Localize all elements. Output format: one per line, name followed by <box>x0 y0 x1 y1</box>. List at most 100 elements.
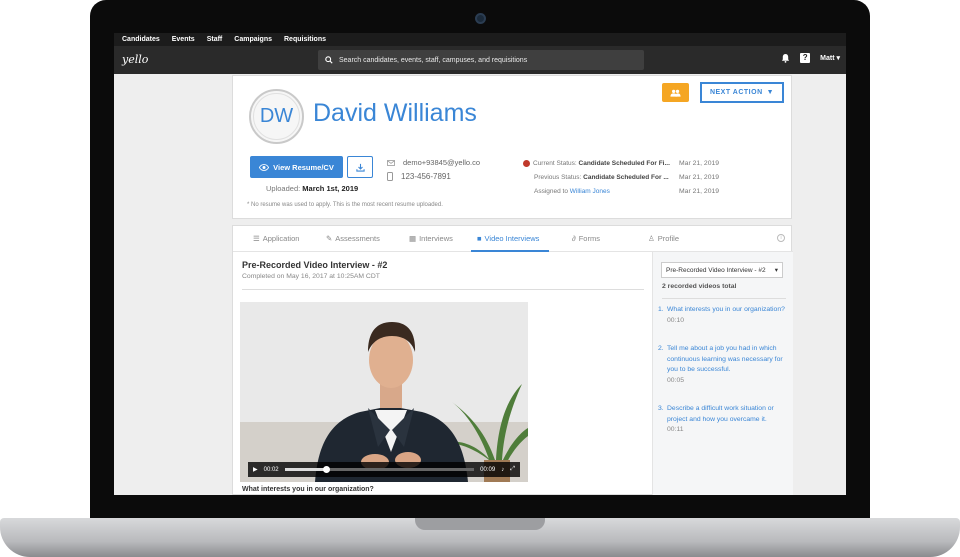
nav-events[interactable]: Events <box>172 36 195 43</box>
previous-status-date: Mar 21, 2019 <box>679 174 720 181</box>
current-status-row: Current Status: Candidate Scheduled For … <box>523 160 670 167</box>
seek-bar[interactable] <box>284 466 475 473</box>
tab-application[interactable]: ☰ Application <box>253 234 299 243</box>
person-icon: ♙ <box>648 234 655 243</box>
mobile-phone-icon <box>387 172 393 181</box>
avatar-initials: DW <box>259 105 294 127</box>
time-current: 00:02 <box>263 466 279 473</box>
question-duration: 00:05 <box>667 376 685 384</box>
seek-handle[interactable] <box>323 466 331 473</box>
videos-total: 2 recorded videos total <box>662 283 737 290</box>
nav-staff[interactable]: Staff <box>207 36 223 43</box>
help-icon[interactable]: ? <box>800 53 811 63</box>
uploaded-date: March 1st, 2019 <box>302 184 359 193</box>
play-icon[interactable]: ▶ <box>253 466 258 473</box>
tab-forms[interactable]: ∂ Forms <box>572 234 600 243</box>
team-button[interactable] <box>662 83 689 102</box>
divider <box>242 289 644 290</box>
video-controls: ▶ 00:02 00:09 ♪ ⤢ <box>248 462 520 477</box>
question-item[interactable]: 3. Describe a difficult work situation o… <box>658 404 785 436</box>
nav-campaigns[interactable]: Campaigns <box>234 36 272 43</box>
tab-label: Forms <box>578 234 600 243</box>
screen: Candidates Events Staff Campaigns Requis… <box>114 33 846 495</box>
question-number: 1. <box>658 306 664 313</box>
view-resume-button[interactable]: View Resume/CV <box>250 156 343 178</box>
info-icon[interactable]: i <box>777 234 785 242</box>
question-duration: 00:11 <box>667 426 684 433</box>
user-menu[interactable]: Matt ▾ <box>820 54 840 62</box>
current-status-label: Current Status: <box>533 160 577 167</box>
app-header: yello Search candidates, events, staff, … <box>114 46 846 74</box>
current-status: Candidate Scheduled For Fi... <box>578 160 670 167</box>
video-camera-icon: ■ <box>477 234 482 243</box>
bell-icon[interactable] <box>781 53 790 63</box>
assigned-label: Assigned to <box>534 188 568 195</box>
video-player[interactable]: ▶ 00:02 00:09 ♪ ⤢ <box>240 302 528 482</box>
video-interview-panel: ☰ Application ✎ Assessments ▦ Interviews ■ V… <box>232 225 793 495</box>
eye-icon <box>259 163 270 171</box>
question-caption: What interests you in our organization? <box>242 486 374 493</box>
search-icon <box>325 56 333 64</box>
view-resume-label: View Resume/CV <box>273 162 334 172</box>
next-action-label: NEXT ACTION <box>709 89 763 96</box>
tab-assessments[interactable]: ✎ Assessments <box>326 234 380 243</box>
phone[interactable]: 123-456-7891 <box>401 172 451 181</box>
edit-icon: ✎ <box>326 234 333 243</box>
candidate-card: DW David Williams NEXT ACTION ▼ View Res… <box>232 75 792 219</box>
nav-candidates[interactable]: Candidates <box>122 36 160 43</box>
tab-label: Video Interviews <box>484 234 540 243</box>
video-frame-person <box>240 302 528 482</box>
previous-status-label: Previous Status: <box>534 174 582 181</box>
video-title: Pre-Recorded Video Interview - #2 <box>242 260 388 270</box>
question-duration: 00:10 <box>667 316 685 324</box>
top-nav: Candidates Events Staff Campaigns Requis… <box>114 33 846 46</box>
tab-bar: ☰ Application ✎ Assessments ▦ Interviews ■ V… <box>233 226 793 252</box>
tab-profile[interactable]: ♙ Profile <box>648 234 679 243</box>
tab-label: Interviews <box>419 234 453 243</box>
tab-interviews[interactable]: ▦ Interviews <box>409 234 453 243</box>
avatar: DW <box>249 89 304 144</box>
calendar-icon: ▦ <box>409 234 417 243</box>
volume-icon[interactable]: ♪ <box>501 467 504 473</box>
assigned-date: Mar 21, 2019 <box>679 188 720 195</box>
previous-status: Candidate Scheduled For ... <box>583 174 669 181</box>
email-row: demo+93845@yello.co <box>387 158 480 167</box>
search-input[interactable]: Search candidates, events, staff, campus… <box>318 50 644 70</box>
envelope-icon <box>387 159 395 166</box>
time-total: 00:09 <box>480 466 496 473</box>
uploaded-info: Uploaded: March 1st, 2019 <box>266 184 358 193</box>
nav-requisitions[interactable]: Requisitions <box>284 36 326 43</box>
assigned-row: Assigned to William Jones <box>534 188 610 195</box>
group-icon <box>670 89 681 97</box>
active-tab-indicator <box>471 250 549 252</box>
list-icon: ☰ <box>253 234 260 243</box>
fullscreen-icon[interactable]: ⤢ <box>510 466 515 473</box>
chevron-down-icon: ▾ <box>836 55 840 62</box>
download-button[interactable] <box>347 156 373 178</box>
next-action-button[interactable]: NEXT ACTION ▼ <box>700 82 784 103</box>
assigned-to-link[interactable]: William Jones <box>570 188 610 195</box>
email[interactable]: demo+93845@yello.co <box>403 158 480 167</box>
uploaded-label: Uploaded: <box>266 184 301 193</box>
tab-video-interviews[interactable]: ■ Video Interviews <box>477 234 539 243</box>
tab-label: Application <box>262 234 300 243</box>
question-item[interactable]: 2. Tell me about a job you had in which … <box>658 344 785 386</box>
user-name: Matt <box>820 55 835 62</box>
status-dot-icon <box>523 160 530 167</box>
caret-down-icon: ▼ <box>766 89 775 96</box>
recorded-videos-sidebar: Pre-Recorded Video Interview - #2 ▾ 2 re… <box>652 252 793 495</box>
video-select[interactable]: Pre-Recorded Video Interview - #2 ▾ <box>661 262 783 278</box>
chevron-down-icon: ▾ <box>774 267 778 274</box>
webcam <box>475 13 486 24</box>
search-placeholder: Search candidates, events, staff, campus… <box>339 56 528 64</box>
laptop-frame: Candidates Events Staff Campaigns Requis… <box>0 0 960 557</box>
video-select-value: Pre-Recorded Video Interview - #2 <box>666 266 766 274</box>
question-number: 3. <box>658 405 664 412</box>
phone-row: 123-456-7891 <box>387 172 451 181</box>
download-icon <box>355 163 365 172</box>
question-item[interactable]: 1. What interests you in our organizatio… <box>658 305 785 326</box>
header-icons: ? Matt ▾ <box>781 53 840 63</box>
question-text: What interests you in our organization? <box>667 306 785 313</box>
yello-logo[interactable]: yello <box>122 53 148 66</box>
candidate-name: David Williams <box>313 99 477 127</box>
